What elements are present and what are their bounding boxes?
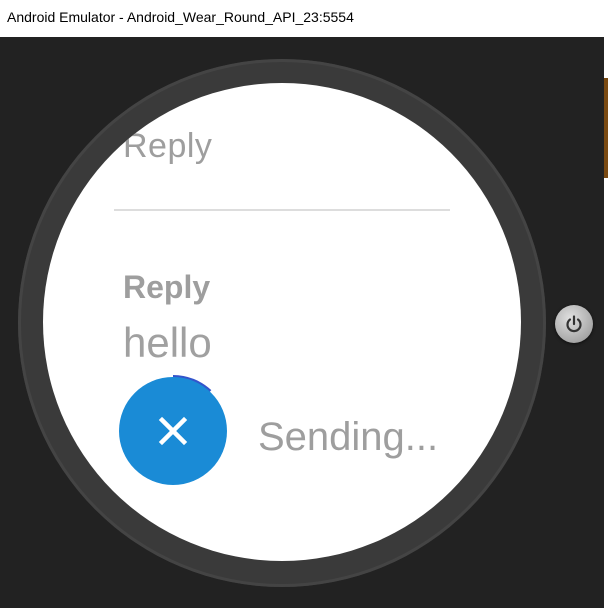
watch-screen[interactable]: Reply Reply hello Sending...	[43, 83, 521, 561]
cancel-button[interactable]	[119, 377, 227, 485]
reply-message: hello	[123, 319, 212, 366]
divider	[114, 209, 450, 211]
background-window-accent	[604, 78, 608, 178]
emulator-window: Android Emulator - Android_Wear_Round_AP…	[0, 0, 608, 608]
cancel-send-control[interactable]	[117, 375, 229, 487]
power-button[interactable]	[555, 305, 593, 343]
power-icon	[566, 315, 582, 333]
sending-status: Sending...	[258, 415, 439, 459]
title-bar: Android Emulator - Android_Wear_Round_AP…	[0, 0, 608, 37]
reply-heading-scrolled: Reply	[123, 127, 213, 165]
window-title: Android Emulator - Android_Wear_Round_AP…	[7, 9, 354, 25]
close-icon	[158, 416, 188, 446]
reply-label: Reply	[123, 269, 211, 305]
